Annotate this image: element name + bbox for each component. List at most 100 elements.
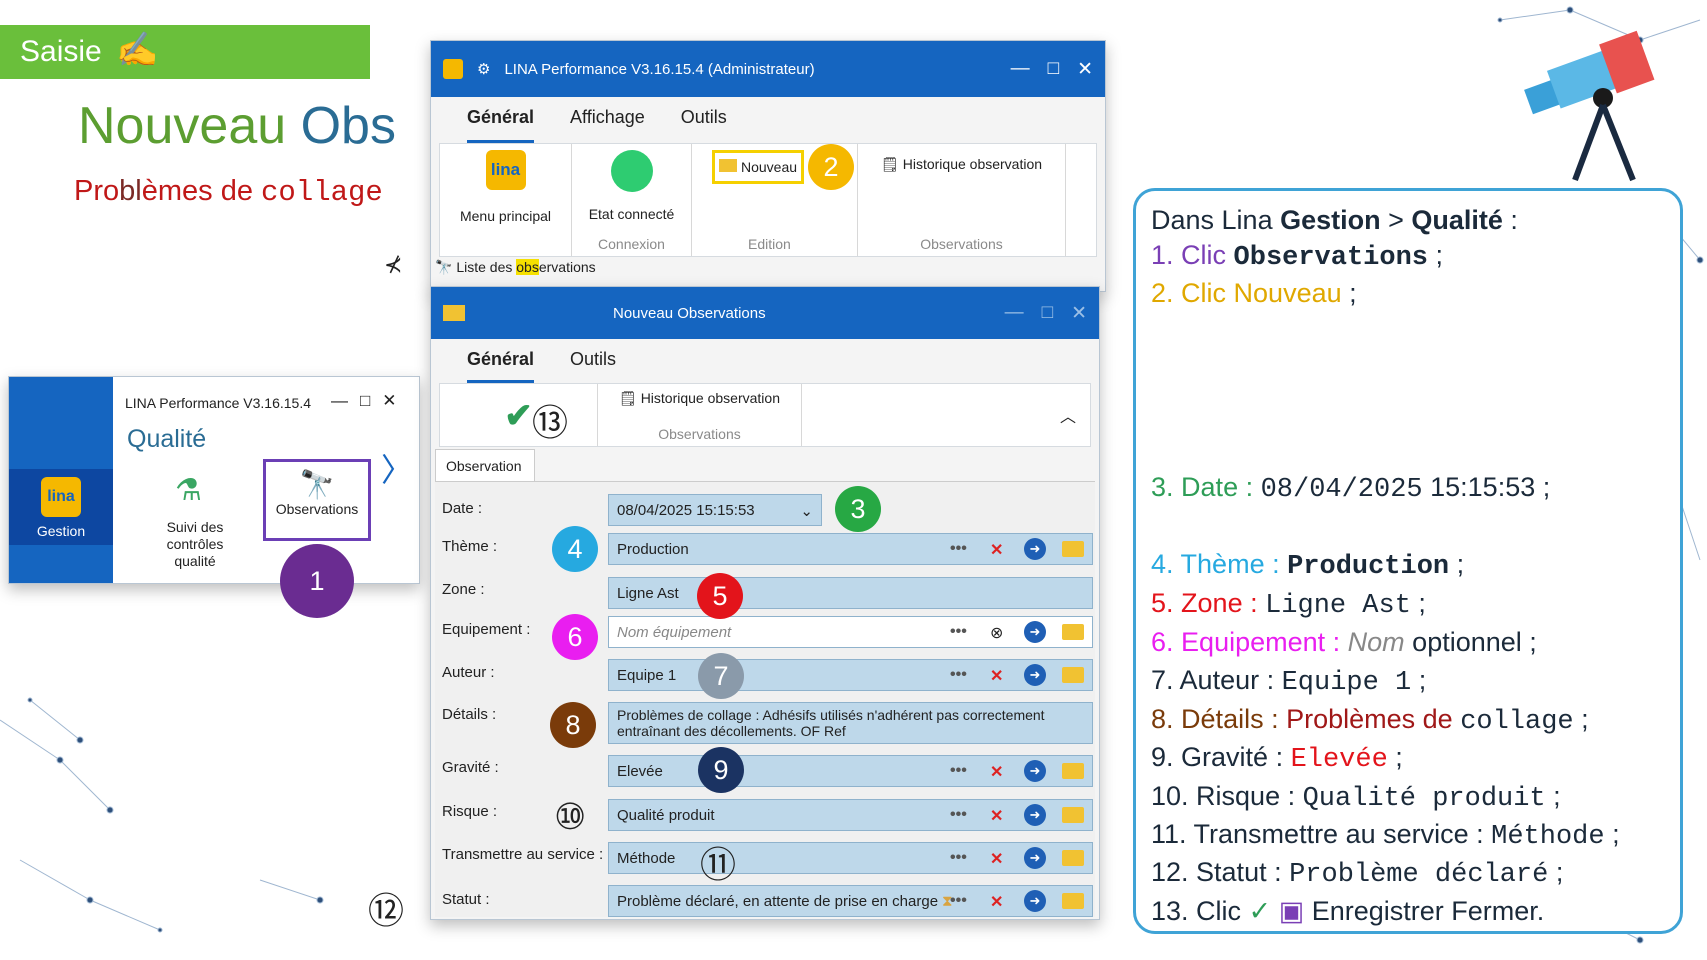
panel-step-9: 9. Gravité : Elevée ; [1151, 742, 1403, 775]
more-icon[interactable]: ••• [950, 623, 967, 641]
check-save-icon: ✔ [504, 397, 533, 435]
folder-icon[interactable] [1062, 541, 1084, 557]
observations-caption: Observations [920, 236, 1003, 252]
sub-d: collage [261, 176, 383, 209]
title-part-b: Obs [300, 97, 396, 155]
window-controls[interactable]: — □ ✕ [1011, 58, 1093, 81]
observation-tab[interactable]: Observation [435, 449, 535, 481]
historique-group: 🗒 Historique observation Observations [598, 384, 802, 446]
transmettre-field[interactable]: Méthode [608, 842, 1093, 874]
marker-13: ⑬ [532, 402, 569, 443]
marker-6: 6 [552, 614, 598, 660]
tab-outils[interactable]: Outils [570, 349, 616, 383]
go-arrow-icon[interactable]: ➜ [1024, 847, 1046, 869]
chevron-down-icon[interactable]: ⌄ [800, 502, 813, 520]
gravite-field[interactable]: Elevée [608, 755, 1093, 787]
small-lina-window: lina Gestion LINA Performance V3.16.15.4… [8, 376, 420, 584]
clear-icon[interactable]: ✕ [990, 849, 1003, 869]
date-field[interactable]: 08/04/2025 15:15:53 ⌄ [608, 494, 822, 526]
folder-icon[interactable] [1062, 893, 1084, 909]
historique-observation-button[interactable]: 🗒 Historique observation [619, 390, 780, 407]
auteur-field[interactable]: Equipe 1 [608, 659, 1093, 691]
clear-icon[interactable]: ✕ [990, 806, 1003, 826]
marker-2: 2 [808, 144, 854, 190]
dialog-controls[interactable]: — □ ✕ [1005, 302, 1087, 325]
saisie-banner: Saisie [0, 25, 370, 79]
observations-caption: Observations [658, 426, 741, 442]
marker-5: 5 [697, 573, 743, 619]
go-arrow-icon[interactable]: ➜ [1024, 760, 1046, 782]
panel-step-8: 8. Détails : Problèmes de collage ; [1151, 704, 1589, 737]
details-field[interactable]: Problèmes de collage : Adhésifs utilisés… [608, 702, 1093, 744]
equipement-field[interactable]: Nom équipement [608, 616, 1093, 648]
marker-7: 7 [698, 653, 744, 699]
go-arrow-icon[interactable]: ➜ [1024, 621, 1046, 643]
tab-general[interactable]: Général [467, 349, 535, 383]
folder-icon[interactable] [1062, 763, 1084, 779]
chevron-right-icon[interactable]: 〉 [381, 445, 413, 491]
go-arrow-icon[interactable]: ➜ [1024, 804, 1046, 826]
clear-icon[interactable]: ⊗ [990, 623, 1003, 643]
more-icon[interactable]: ••• [950, 849, 967, 867]
small-window-title: LINA Performance V3.16.15.4 [125, 395, 311, 411]
historique-label: Historique observation [640, 390, 780, 406]
folder-icon[interactable] [1062, 624, 1084, 640]
nouveau-button[interactable]: Nouveau [712, 150, 805, 184]
dialog-title-bar: Nouveau Observations — □ ✕ [431, 287, 1099, 339]
collapse-ribbon-icon[interactable]: ︿ [1060, 403, 1076, 427]
risque-label: Risque : [442, 803, 498, 820]
lina-logo-icon: lina [41, 477, 81, 517]
small-sidebar-gestion[interactable]: lina Gestion [9, 469, 113, 545]
go-arrow-icon[interactable]: ➜ [1024, 538, 1046, 560]
close-icon[interactable]: ✕ [1077, 58, 1093, 81]
theme-field[interactable]: Production [608, 533, 1093, 565]
clear-icon[interactable]: ✕ [990, 540, 1003, 560]
risque-field[interactable]: Qualité produit [608, 799, 1093, 831]
folder-icon[interactable] [1062, 850, 1084, 866]
clear-icon[interactable]: ✕ [990, 892, 1003, 912]
folder-icon[interactable] [1062, 807, 1084, 823]
historique-observation-button[interactable]: 🗒 Historique observation [881, 150, 1042, 173]
maximize-icon[interactable]: □ [1042, 302, 1053, 325]
tab-general[interactable]: Général [467, 107, 535, 143]
panel-step-10: 10. Risque : Qualité produit ; [1151, 781, 1561, 814]
liste-observations-tab[interactable]: 🔭 Liste des observations [435, 259, 596, 276]
maximize-icon[interactable]: □ [1048, 58, 1059, 81]
minimize-icon[interactable]: — [1005, 302, 1024, 325]
close-icon[interactable]: ✕ [1071, 302, 1087, 325]
theme-label: Thème : [442, 538, 498, 555]
more-icon[interactable]: ••• [950, 540, 967, 558]
small-window-controls[interactable]: —□✕ [331, 391, 409, 411]
more-icon[interactable]: ••• [950, 666, 967, 684]
zone-field[interactable]: Ligne Ast [608, 577, 1093, 609]
panel-intro: Dans Lina Gestion > Qualité : [1151, 205, 1518, 235]
more-icon[interactable]: ••• [950, 806, 967, 824]
connexion-caption: Connexion [598, 236, 665, 252]
menu-principal-label: Menu principal [459, 208, 552, 224]
go-arrow-icon[interactable]: ➜ [1024, 664, 1046, 686]
clear-icon[interactable]: ✕ [990, 762, 1003, 782]
nouveau-label: Nouveau [741, 159, 798, 175]
minimize-icon[interactable]: — [1011, 58, 1030, 81]
tab-outils[interactable]: Outils [681, 107, 727, 143]
etat-connecte-button[interactable]: Etat connecté [589, 206, 675, 222]
qualite-heading: Qualité [127, 425, 207, 453]
observations-button[interactable]: 🔭 Observations [263, 459, 371, 541]
cursor-icon: ⊀ [384, 252, 403, 277]
go-arrow-icon[interactable]: ➜ [1024, 890, 1046, 912]
panel-step-2: 2. Clic Nouveau ; [1151, 278, 1357, 308]
tab-affichage[interactable]: Affichage [570, 107, 645, 143]
menu-principal-button[interactable]: lina Menu principal [440, 144, 572, 256]
more-icon[interactable]: ••• [950, 762, 967, 780]
suivi-controles-button[interactable]: Suivi des contrôles qualité [149, 519, 241, 570]
list-post: ervations [538, 259, 596, 275]
details-value: Problèmes de collage : Adhésifs utilisés… [617, 707, 1045, 739]
clear-icon[interactable]: ✕ [990, 666, 1003, 686]
list-highlight: obs [516, 259, 539, 275]
statut-field[interactable]: Problème déclaré, en attente de prise en… [608, 885, 1093, 917]
save-close-button[interactable]: ✔ [440, 384, 598, 446]
folder-icon[interactable] [1062, 667, 1084, 683]
more-icon[interactable]: ••• [950, 892, 967, 910]
pencil-hand-icon: ✍ [116, 31, 159, 69]
panel-step-1: 1. Clic Observations ; [1151, 240, 1443, 273]
